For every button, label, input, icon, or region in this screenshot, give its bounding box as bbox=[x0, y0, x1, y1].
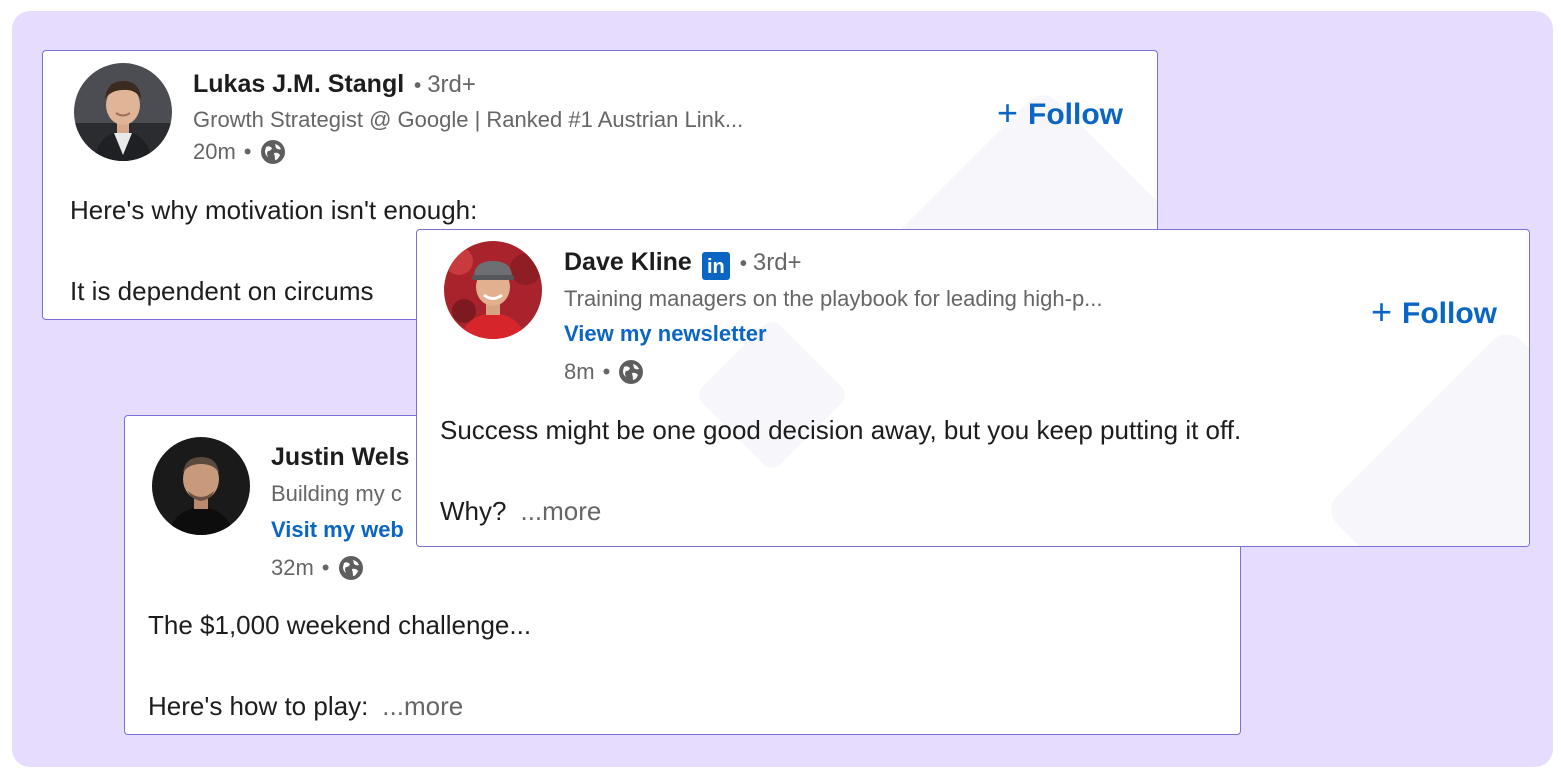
post-card-dave: Dave Kline in • 3rd+ Training managers on t… bbox=[416, 229, 1530, 547]
globe-icon bbox=[260, 140, 285, 164]
post-text-line: Here's why motivation isn't enough: bbox=[70, 195, 478, 225]
post-text-line: Success might be one good decision away,… bbox=[440, 415, 1242, 445]
separator-dot: • bbox=[243, 139, 252, 164]
profile-photo-icon bbox=[74, 63, 172, 161]
post-text-line: Here's how to play: ...more bbox=[148, 690, 463, 722]
see-more-link[interactable]: ...more bbox=[520, 496, 601, 526]
plus-icon: + bbox=[997, 92, 1019, 133]
post-text-line: It is dependent on circums bbox=[70, 276, 374, 306]
author-name-text[interactable]: Dave Kline bbox=[564, 248, 692, 276]
post-text: Here's how to play: bbox=[148, 691, 369, 721]
post-text: Why? bbox=[440, 496, 507, 526]
follow-button[interactable]: + Follow bbox=[997, 92, 1124, 133]
see-more-link[interactable]: ...more bbox=[382, 691, 463, 721]
profile-photo-icon bbox=[444, 241, 542, 339]
separator-dot: • bbox=[414, 75, 422, 97]
collage-background: Lukas J.M. Stangl • 3rd+ Growth Strategist… bbox=[12, 11, 1553, 767]
post-meta: 8m • bbox=[564, 359, 644, 385]
avatar[interactable] bbox=[74, 63, 172, 161]
separator-dot: • bbox=[602, 359, 611, 384]
author-name-text[interactable]: Lukas J.M. Stangl bbox=[193, 70, 404, 98]
background-shape bbox=[1323, 326, 1529, 546]
author-name[interactable]: Dave Kline in • 3rd+ bbox=[564, 247, 802, 280]
follow-label: Follow bbox=[1028, 98, 1124, 131]
author-name[interactable]: Justin Wels bbox=[271, 442, 409, 472]
follow-button[interactable]: + Follow bbox=[1371, 291, 1498, 332]
post-time: 8m bbox=[564, 359, 595, 384]
avatar[interactable] bbox=[152, 437, 250, 535]
globe-icon bbox=[619, 360, 644, 384]
follow-label: Follow bbox=[1402, 297, 1498, 330]
globe-icon bbox=[338, 556, 363, 580]
connection-degree: 3rd+ bbox=[752, 249, 802, 276]
profile-photo-icon bbox=[152, 437, 250, 535]
post-time: 20m bbox=[193, 139, 236, 164]
connection-degree: 3rd+ bbox=[427, 71, 476, 98]
author-headline: Building my c bbox=[271, 481, 402, 506]
post-time: 32m bbox=[271, 555, 314, 580]
avatar[interactable] bbox=[444, 241, 542, 339]
separator-dot: • bbox=[739, 253, 747, 275]
newsletter-link[interactable]: View my newsletter bbox=[564, 321, 767, 347]
post-meta: 20m • bbox=[193, 139, 286, 165]
post-meta: 32m • bbox=[271, 555, 364, 581]
website-link[interactable]: Visit my web bbox=[271, 517, 404, 543]
plus-icon: + bbox=[1371, 291, 1393, 332]
author-name[interactable]: Lukas J.M. Stangl • 3rd+ bbox=[193, 69, 476, 101]
linkedin-icon: in bbox=[701, 252, 730, 280]
post-text-line: Why? ...more bbox=[440, 495, 601, 527]
separator-dot: • bbox=[321, 555, 330, 580]
post-text-line: The $1,000 weekend challenge... bbox=[148, 610, 532, 640]
author-headline: Training managers on the playbook for le… bbox=[564, 286, 1103, 311]
author-headline: Growth Strategist @ Google | Ranked #1 A… bbox=[193, 107, 744, 132]
